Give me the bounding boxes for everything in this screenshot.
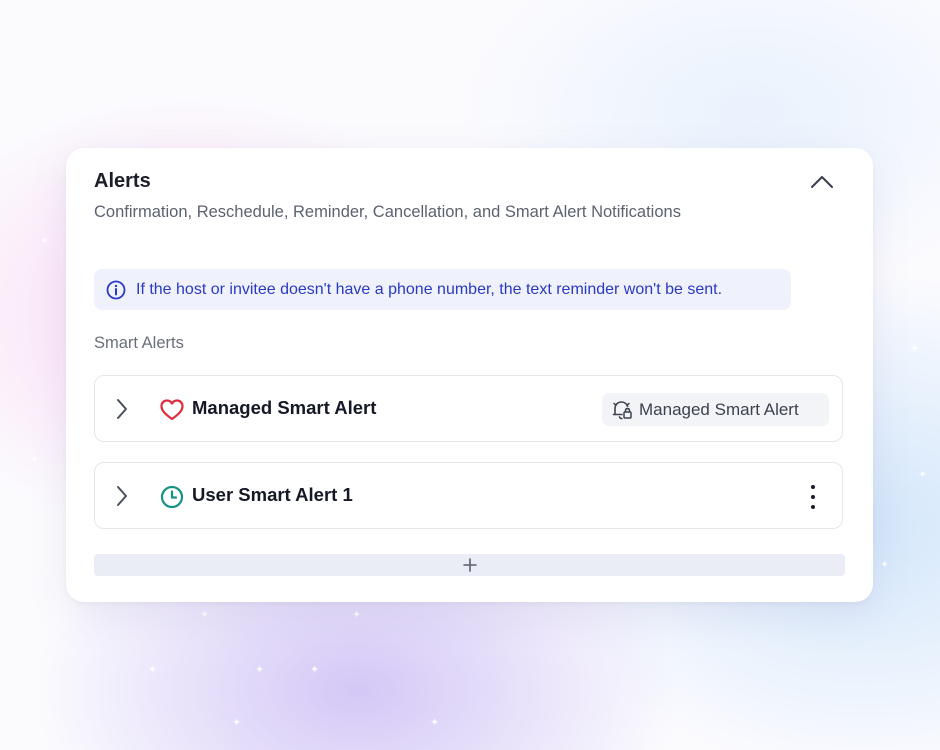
alert-name: Managed Smart Alert — [192, 397, 377, 418]
kebab-menu-icon[interactable] — [802, 483, 824, 511]
plus-icon — [462, 558, 477, 572]
sparkle-icon: ✦ — [255, 664, 265, 676]
sparkle-icon: ✦ — [232, 717, 242, 729]
info-circle-icon — [106, 280, 126, 300]
sparkle-icon: ✦ — [310, 664, 320, 676]
alert-row-managed-smart-alert[interactable]: Managed Smart Alert Managed Smart Alert — [94, 375, 843, 442]
managed-badge: Managed Smart Alert — [602, 393, 829, 426]
heart-icon — [159, 397, 185, 423]
sparkle-icon: ✦ — [918, 469, 928, 481]
info-banner-text: If the host or invitee doesn't have a ph… — [136, 280, 723, 298]
alert-name: User Smart Alert 1 — [192, 484, 353, 505]
chevron-right-icon[interactable] — [111, 396, 133, 422]
sparkle-icon: ✦ — [200, 609, 210, 621]
sparkle-icon: ✦ — [880, 559, 890, 571]
add-alert-button[interactable] — [94, 554, 845, 576]
collapse-button[interactable] — [806, 168, 838, 196]
card-subtitle: Confirmation, Reschedule, Reminder, Canc… — [94, 203, 681, 221]
sparkle-icon: ✦ — [910, 343, 920, 355]
info-banner: If the host or invitee doesn't have a ph… — [94, 269, 791, 310]
sparkle-icon: ✦ — [430, 717, 440, 729]
sparkle-icon: ✦ — [148, 664, 158, 676]
chevron-up-icon — [811, 176, 833, 188]
sparkle-icon: ✦ — [352, 609, 362, 621]
clock-icon — [159, 484, 185, 510]
sparkle-icon: ✦ — [30, 454, 40, 466]
alerts-card: Alerts Confirmation, Reschedule, Reminde… — [66, 148, 873, 602]
section-label: Smart Alerts — [94, 334, 184, 352]
card-title: Alerts — [94, 170, 151, 192]
managed-bell-lock-icon — [611, 399, 633, 421]
managed-badge-label: Managed Smart Alert — [639, 399, 799, 419]
sparkle-icon: ✦ — [40, 235, 50, 247]
alert-row-user-smart-alert-1[interactable]: User Smart Alert 1 — [94, 462, 843, 529]
chevron-right-icon[interactable] — [111, 483, 133, 509]
